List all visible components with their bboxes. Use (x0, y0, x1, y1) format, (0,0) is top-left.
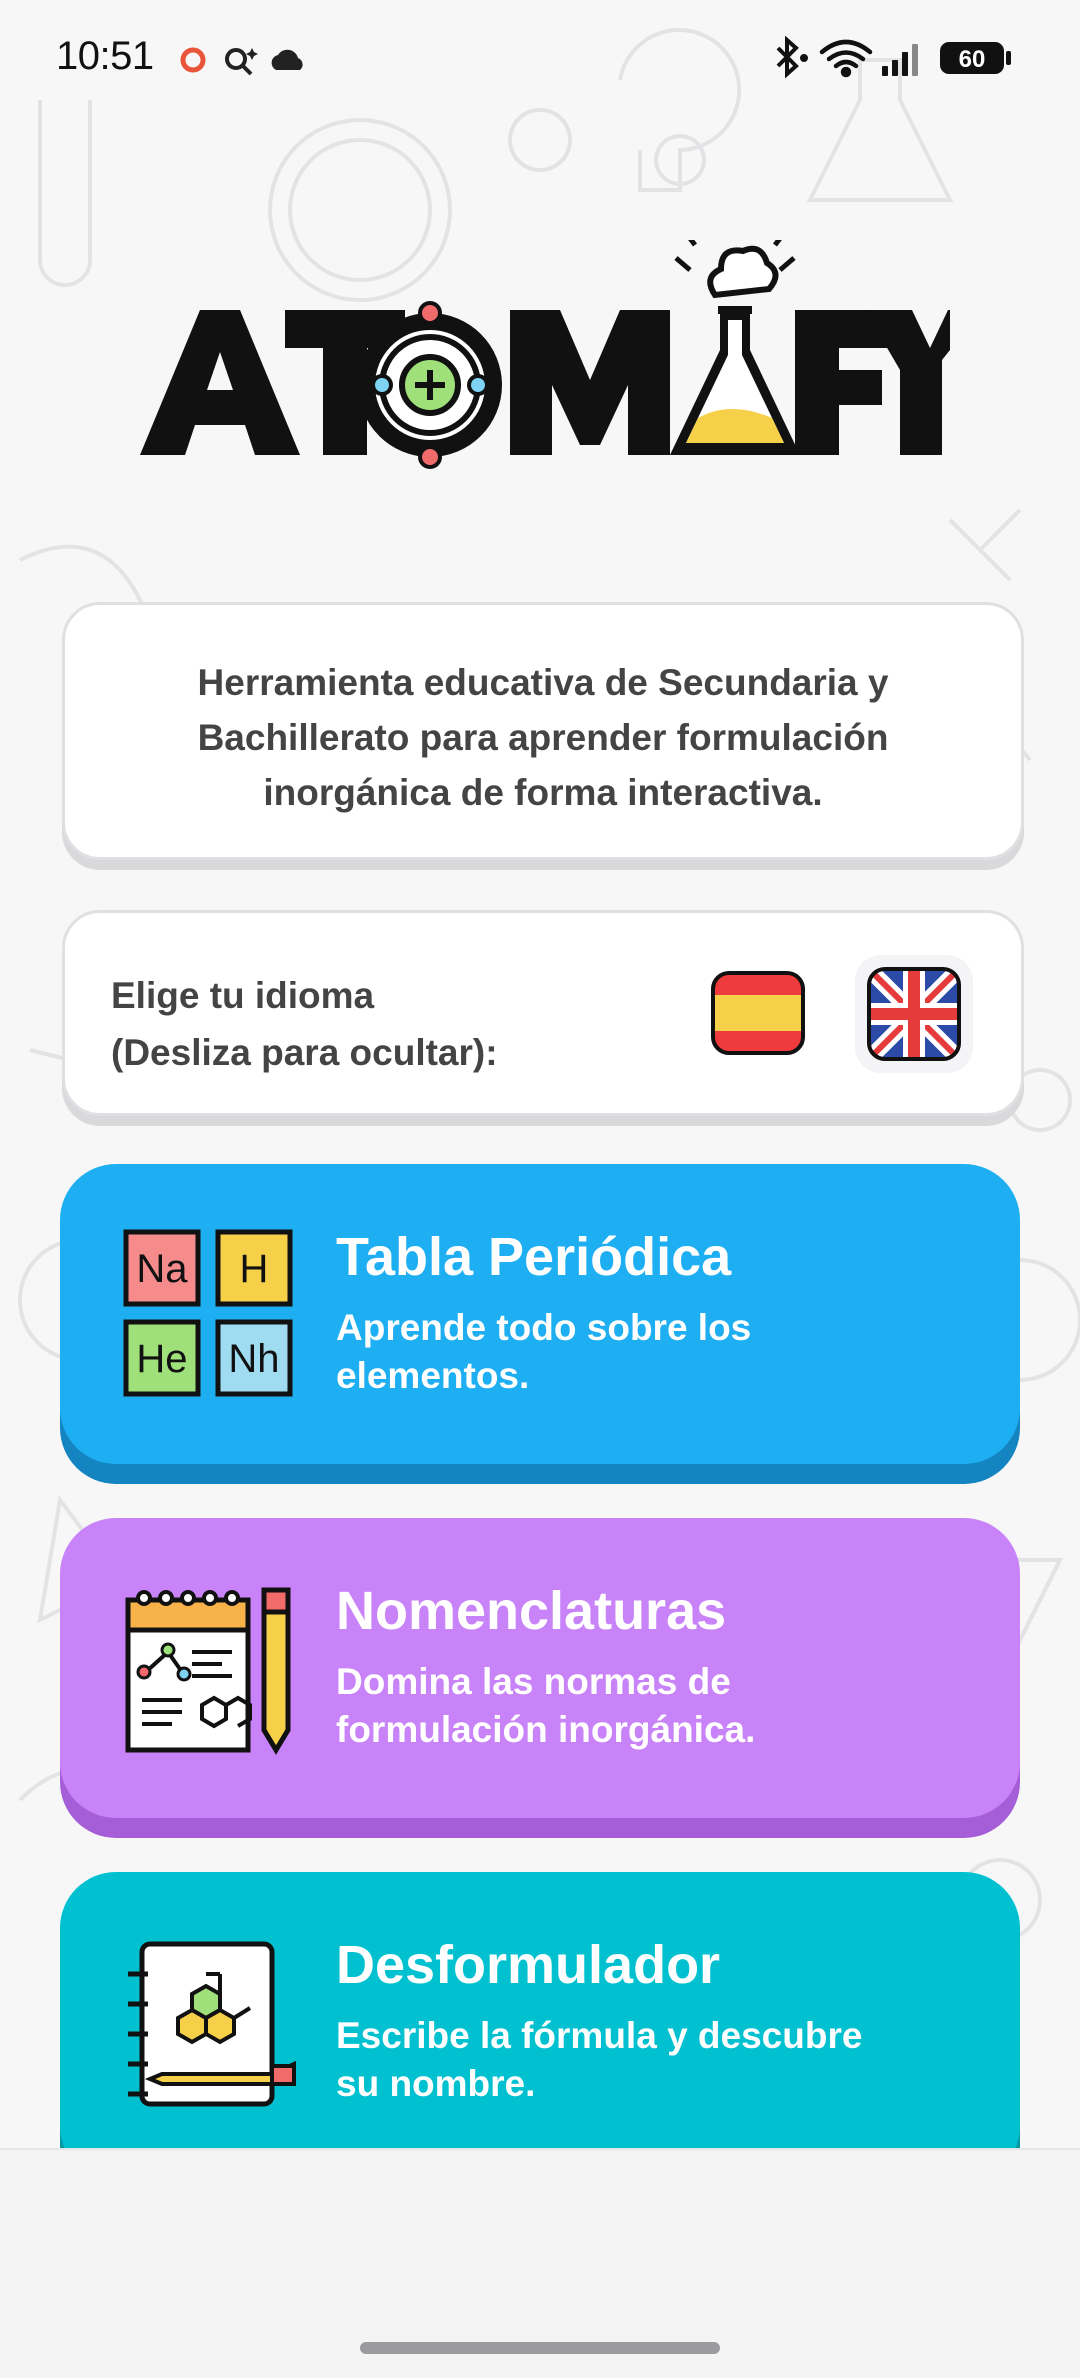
svg-text:60: 60 (959, 46, 986, 73)
menu-title: Desformulador (336, 1935, 721, 1995)
signal-icon (882, 44, 918, 76)
nomenclature-button[interactable]: Nomenclaturas Domina las normas de formu… (60, 1518, 1020, 1818)
status-time: 10:51 (56, 34, 154, 78)
menu-subtitle-line: formulación inorgánica. (336, 1709, 756, 1750)
formula-notebook-pencil-icon (128, 1941, 296, 2107)
menu-title: Tabla Periódica (336, 1227, 732, 1287)
spanish-language-button[interactable] (710, 965, 806, 1061)
menu-subtitle-line: su nombre. (336, 2063, 536, 2104)
deformulator-button[interactable]: Desformulador Escribe la fórmula y descu… (60, 1872, 1020, 2182)
description-line: Herramienta educativa de Secundaria y (197, 662, 889, 703)
uk-flag-icon (867, 967, 961, 1061)
description-line: inorgánica de forma interactiva. (263, 772, 823, 813)
logo-wordmark (140, 240, 950, 469)
svg-text:Nh: Nh (228, 1337, 279, 1381)
app-description: Herramienta educativa de Secundaria y Ba… (125, 655, 961, 820)
battery-icon: 60 (940, 42, 1011, 74)
svg-text:H: H (240, 1247, 269, 1291)
status-system-icons: 60 (776, 36, 1011, 79)
periodic-table-button[interactable]: Na H He Nh Tabla Periódica Aprende todo … (60, 1164, 1020, 1464)
menu-title: Nomenclaturas (336, 1581, 727, 1641)
menu-subtitle-line: Escribe la fórmula y descubre (336, 2015, 863, 2056)
english-language-button[interactable] (855, 955, 973, 1073)
search-sparkle-icon (225, 48, 258, 76)
recording-dot-icon (180, 47, 206, 73)
svg-text:He: He (136, 1337, 187, 1381)
cloud-icon (271, 49, 303, 70)
periodic-table-icon: Na H He Nh (123, 1229, 293, 1397)
notebook-molecule-icon (125, 1587, 291, 1755)
atomify-logo (140, 240, 950, 469)
menu-subtitle-line: elementos. (336, 1355, 530, 1396)
language-selector-card[interactable]: Elige tu idioma (Desliza para ocultar): (62, 910, 1024, 1116)
description-card: Herramienta educativa de Secundaria y Ba… (62, 602, 1024, 860)
status-notification-icons (180, 47, 303, 76)
menu-subtitle-line: Domina las normas de (336, 1661, 731, 1702)
description-line: Bachillerato para aprender formulación (197, 717, 889, 758)
home-indicator[interactable] (360, 2342, 720, 2354)
wifi-icon (819, 39, 873, 78)
spanish-flag-icon (711, 971, 805, 1055)
language-prompt: Elige tu idioma (Desliza para ocultar): (111, 967, 498, 1081)
language-hint: (Desliza para ocultar): (111, 1032, 498, 1073)
bluetooth-icon (776, 36, 808, 79)
menu-subtitle: Escribe la fórmula y descubre su nombre. (336, 2012, 936, 2108)
status-bar: 10:51 60 (0, 0, 1080, 120)
language-label: Elige tu idioma (111, 975, 375, 1016)
menu-subtitle: Domina las normas de formulación inorgán… (336, 1658, 936, 1754)
menu-subtitle: Aprende todo sobre los elementos. (336, 1304, 936, 1400)
menu-subtitle-line: Aprende todo sobre los (336, 1307, 752, 1348)
flask-icon (670, 240, 800, 455)
svg-text:Na: Na (136, 1247, 188, 1291)
